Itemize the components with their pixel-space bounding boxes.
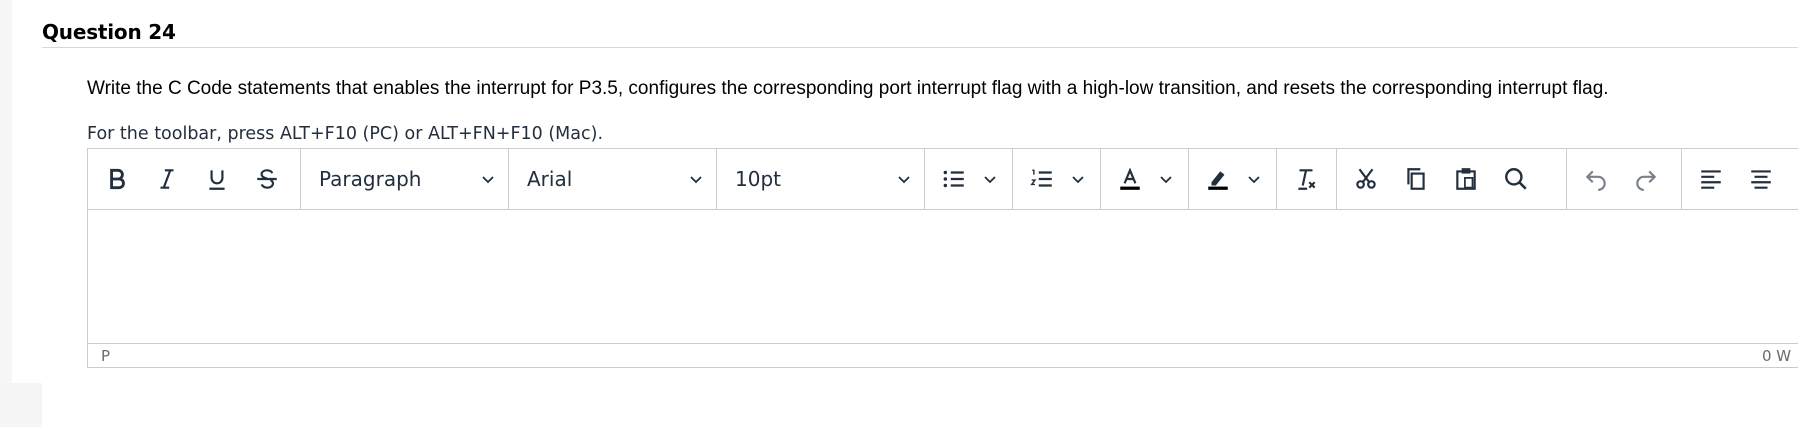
bullet-list-menu[interactable] [979, 157, 1001, 201]
editor-content-area[interactable] [88, 210, 1798, 343]
text-style-group [88, 149, 301, 209]
chevron-down-icon [898, 176, 910, 184]
find-button[interactable] [1491, 157, 1541, 201]
strikethrough-icon [257, 169, 277, 189]
paste-icon [1456, 168, 1476, 190]
clear-formatting-icon [1298, 169, 1316, 190]
align-left-icon [1701, 170, 1721, 189]
highlight-button[interactable] [1193, 157, 1243, 201]
font-size-dropdown[interactable]: 10pt [717, 149, 925, 209]
italic-icon [160, 169, 174, 189]
chevron-down-icon [984, 176, 996, 184]
block-format-value: Paragraph [319, 167, 422, 191]
strikethrough-button[interactable] [242, 157, 292, 201]
font-family-dropdown[interactable]: Arial [509, 149, 717, 209]
chevron-down-icon [690, 176, 702, 184]
text-color-icon [1120, 167, 1140, 190]
align-left-button[interactable] [1686, 157, 1736, 201]
undo-button[interactable] [1571, 157, 1621, 201]
bold-button[interactable] [92, 157, 142, 201]
highlight-menu[interactable] [1243, 157, 1265, 201]
align-center-button[interactable] [1736, 157, 1786, 201]
alignment-group [1682, 149, 1792, 209]
numbered-list-split-button[interactable] [1017, 157, 1089, 201]
cut-button[interactable] [1341, 157, 1391, 201]
highlight-icon [1208, 171, 1228, 190]
numbered-list-group [1013, 149, 1101, 209]
numbered-list-icon [1030, 169, 1052, 187]
title-divider [42, 47, 1798, 48]
highlight-split-button[interactable] [1193, 157, 1265, 201]
copy-icon [1407, 168, 1425, 190]
clear-formatting-button[interactable] [1281, 157, 1331, 201]
redo-icon [1636, 170, 1657, 191]
chevron-down-icon [1160, 176, 1172, 184]
text-color-menu[interactable] [1155, 157, 1177, 201]
question-prompt: Write the C Code statements that enables… [87, 78, 1609, 99]
word-count[interactable]: 0 W [1762, 347, 1791, 365]
bullet-list-button[interactable] [929, 157, 979, 201]
question-title: Question 24 [42, 20, 176, 44]
editor-status-bar: P 0 W [88, 343, 1798, 368]
highlight-group [1189, 149, 1277, 209]
history-group [1567, 149, 1682, 209]
chevron-down-icon [482, 176, 494, 184]
text-color-split-button[interactable] [1105, 157, 1177, 201]
bold-icon [110, 168, 125, 190]
italic-button[interactable] [142, 157, 192, 201]
toolbar-hint: For the toolbar, press ALT+F10 (PC) or A… [87, 124, 604, 144]
element-path[interactable]: P [101, 347, 110, 365]
copy-button[interactable] [1391, 157, 1441, 201]
redo-button[interactable] [1621, 157, 1671, 201]
numbered-list-menu[interactable] [1067, 157, 1089, 201]
font-size-value: 10pt [735, 167, 781, 191]
cut-icon [1356, 168, 1376, 189]
numbered-list-button[interactable] [1017, 157, 1067, 201]
chevron-down-icon [1072, 176, 1084, 184]
editor-toolbar: Paragraph Arial 10pt [88, 149, 1798, 210]
clipboard-group [1337, 149, 1567, 209]
undo-icon [1585, 170, 1606, 191]
underline-button[interactable] [192, 157, 242, 201]
block-format-dropdown[interactable]: Paragraph [301, 149, 509, 209]
underline-icon [209, 170, 225, 190]
page-gutter [0, 383, 42, 427]
clear-formatting-group [1277, 149, 1337, 209]
text-color-group [1101, 149, 1189, 209]
find-icon [1505, 168, 1527, 190]
bullet-list-group [925, 149, 1013, 209]
rich-text-editor: Paragraph Arial 10pt P 0 W [87, 148, 1798, 368]
text-color-button[interactable] [1105, 157, 1155, 201]
bullet-list-icon [943, 170, 964, 188]
bullet-list-split-button[interactable] [929, 157, 1001, 201]
font-family-value: Arial [527, 167, 573, 191]
align-center-icon [1751, 170, 1771, 189]
paste-button[interactable] [1441, 157, 1491, 201]
chevron-down-icon [1248, 176, 1260, 184]
